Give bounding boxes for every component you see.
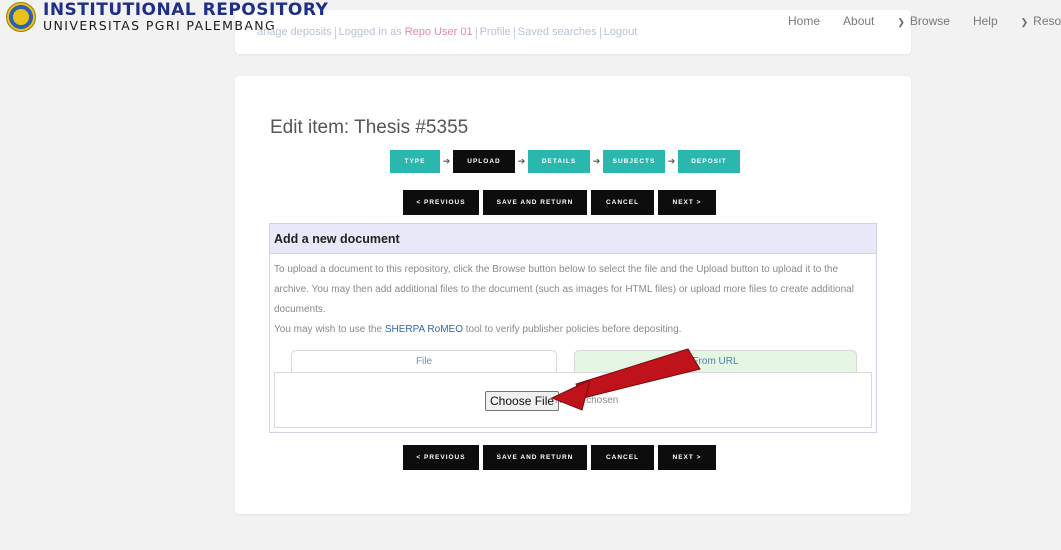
annotation-arrow-icon bbox=[550, 348, 701, 411]
